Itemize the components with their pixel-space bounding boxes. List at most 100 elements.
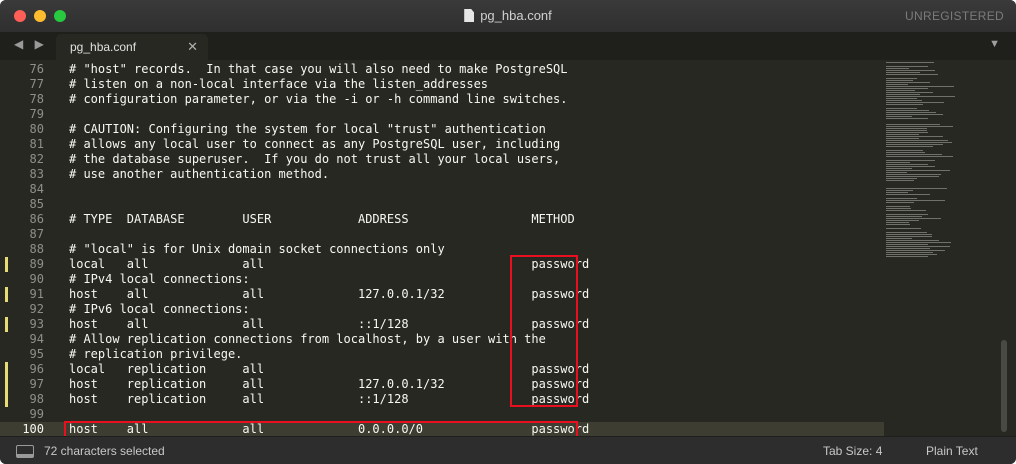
minimap-line [886, 202, 914, 203]
scrollbar-thumb[interactable] [1001, 340, 1007, 432]
panel-toggle-icon[interactable] [16, 445, 34, 458]
minimap-line [886, 108, 917, 109]
minimap-line [886, 238, 912, 239]
line-number-row: 93 [0, 317, 52, 332]
line-number: 77 [29, 77, 44, 91]
tab-nav-arrows-icon[interactable]: ◀ ▶ [14, 37, 48, 51]
minimap-line [886, 154, 942, 155]
minimap-line [886, 172, 907, 173]
line-number: 78 [29, 92, 44, 106]
minimap-line [886, 236, 932, 237]
minimap-line [886, 70, 935, 71]
line-number: 83 [29, 167, 44, 181]
status-bar: 72 characters selected Tab Size: 4 Plain… [0, 436, 1016, 464]
code-line[interactable]: host all all 127.0.0.1/32 password [52, 287, 882, 302]
code-line[interactable]: # configuration parameter, or via the -i… [52, 92, 882, 107]
minimap-line [886, 146, 933, 147]
code-line[interactable]: # replication privilege. [52, 347, 882, 362]
minimap-line [886, 86, 954, 87]
tab-label: pg_hba.conf [70, 40, 137, 54]
minimap-line [886, 82, 930, 83]
code-line[interactable]: local replication all password [52, 362, 882, 377]
code-line[interactable] [52, 227, 882, 242]
code-line[interactable]: # CAUTION: Configuring the system for lo… [52, 122, 882, 137]
code-line[interactable]: # Allow replication connections from loc… [52, 332, 882, 347]
minimap-line [886, 232, 927, 233]
vertical-scrollbar[interactable] [998, 60, 1010, 436]
minimap-line [886, 142, 952, 143]
code-line[interactable]: # listen on a non-local interface via th… [52, 77, 882, 92]
line-number-row: 86 [0, 212, 52, 227]
line-number: 79 [29, 107, 44, 121]
minimap-line [886, 74, 938, 75]
minimap-line [886, 68, 909, 69]
minimap-line [886, 136, 943, 137]
minimap-line [886, 94, 920, 95]
code-line[interactable]: # the database superuser. If you do not … [52, 152, 882, 167]
minimap-line [886, 152, 925, 153]
minimap-line [886, 116, 912, 117]
minimap-line [886, 190, 913, 191]
line-number-row: 92 [0, 302, 52, 317]
code-line[interactable] [52, 407, 882, 422]
line-number-row: 76 [0, 62, 52, 77]
syntax-setting[interactable]: Plain Text [926, 444, 978, 458]
line-number: 98 [29, 392, 44, 406]
line-number-row: 88 [0, 242, 52, 257]
code-line[interactable]: # "local" is for Unix domain socket conn… [52, 242, 882, 257]
line-number-row: 98 [0, 392, 52, 407]
tab-pg-hba-conf[interactable]: pg_hba.conf ✕ [56, 34, 208, 60]
code-line-text: # IPv4 local connections: [69, 272, 250, 286]
minimap-line [886, 156, 953, 157]
tab-menu-chevron-icon[interactable]: ▼ [989, 38, 1000, 50]
line-number-row: 89 [0, 257, 52, 272]
line-number: 76 [29, 62, 44, 76]
code-line[interactable]: host replication all 127.0.0.1/32 passwo… [52, 377, 882, 392]
editor-area[interactable]: 76 77 78 79 80 81 82 83 84 85 86 87 88 89 90 91 92 93 94 95… [0, 60, 1016, 438]
code-line[interactable]: host all all ::1/128 password [52, 317, 882, 332]
code-line-text: # allows any local user to connect as an… [69, 137, 561, 151]
line-number-row: 84 [0, 182, 52, 197]
minimap-line [886, 168, 912, 169]
line-number: 86 [29, 212, 44, 226]
code-line-text: # listen on a non-local interface via th… [69, 77, 489, 91]
minimap-line [886, 66, 928, 67]
code-line[interactable]: # "host" records. In that case you will … [52, 62, 882, 77]
line-number: 88 [29, 242, 44, 256]
minimap-line [886, 98, 917, 99]
minimap-line [886, 194, 930, 195]
minimap-line [886, 198, 917, 199]
code-line[interactable]: # IPv6 local connections: [52, 302, 882, 317]
minimap-line [886, 222, 909, 223]
code-line-text: # use another authentication method. [69, 167, 330, 181]
minimap-line [886, 138, 919, 139]
minimap-line [886, 220, 919, 221]
line-number-row: 95 [0, 347, 52, 362]
close-icon[interactable]: ✕ [187, 39, 198, 55]
minimap-line [886, 170, 950, 171]
code-line[interactable]: # IPv4 local connections: [52, 272, 882, 287]
minimap-line [886, 78, 917, 79]
code-line[interactable]: local all all password [52, 257, 882, 272]
code-line[interactable] [52, 197, 882, 212]
code-line[interactable] [52, 182, 882, 197]
code-text-area[interactable]: # "host" records. In that case you will … [52, 60, 882, 436]
code-line[interactable]: # use another authentication method. [52, 167, 882, 182]
line-number-row: 87 [0, 227, 52, 242]
code-line-text: # IPv6 local connections: [69, 302, 250, 316]
code-line[interactable]: host replication all ::1/128 password [52, 392, 882, 407]
minimap[interactable] [884, 60, 994, 436]
minimap-line [886, 104, 923, 105]
minimap-line [886, 180, 914, 181]
line-number-row: 79 [0, 107, 52, 122]
code-line[interactable]: # allows any local user to connect as an… [52, 137, 882, 152]
minimap-line [886, 134, 919, 135]
line-number: 80 [29, 122, 44, 136]
minimap-line [886, 200, 945, 201]
code-line[interactable] [52, 107, 882, 122]
window-title: pg_hba.conf [480, 8, 552, 23]
minimap-line [886, 244, 928, 245]
minimap-line [886, 248, 930, 249]
code-line[interactable]: # TYPE DATABASE USER ADDRESS METHOD [52, 212, 882, 227]
tab-size-setting[interactable]: Tab Size: 4 [823, 444, 882, 458]
